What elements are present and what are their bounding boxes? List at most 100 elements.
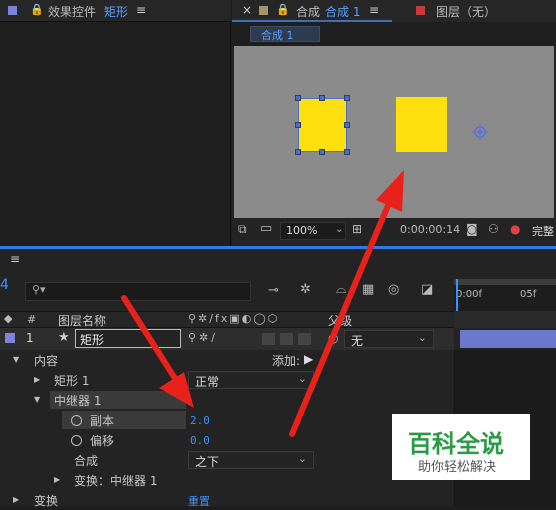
blend-mode-dropdown[interactable]: 正常 ⌄ — [188, 371, 314, 389]
add-label: 添加: — [272, 354, 301, 368]
zoom-dropdown[interactable]: 100% ⌄ — [280, 222, 346, 240]
layer-name-field[interactable]: 矩形 — [75, 329, 181, 348]
stopwatch-icon[interactable] — [71, 415, 82, 426]
lock-icon[interactable]: 🔒 — [276, 3, 290, 16]
ruler-start: 0:00f — [456, 289, 482, 300]
anchor-point-icon[interactable] — [472, 124, 488, 140]
reset-link[interactable]: 重置 — [188, 493, 210, 509]
repeater-row[interactable]: ▼ 中继器 1 — [0, 390, 454, 410]
switch-box[interactable] — [280, 333, 293, 345]
shape-layer-star-icon: ★ — [58, 330, 70, 345]
chevron-down-icon: ⌄ — [417, 331, 427, 344]
handle-tm[interactable] — [319, 95, 325, 101]
offset-row[interactable]: 偏移 0.0 — [0, 430, 454, 450]
transform-repeater-row[interactable]: ▶ 变换：中继器 1 — [0, 470, 454, 490]
ruler-05f: 05f — [520, 289, 537, 300]
column-parent[interactable]: 父级 — [328, 312, 352, 329]
collapse-triangle-icon[interactable]: ▶ — [34, 375, 40, 384]
panel-menu-icon[interactable]: ≡ — [136, 3, 146, 17]
selected-rectangle[interactable] — [298, 98, 347, 152]
watermark-subtitle: 助你轻松解决 — [418, 460, 497, 475]
layer-label-color[interactable] — [5, 333, 15, 343]
effects-layer-name: 矩形 — [104, 5, 129, 19]
switch-box[interactable] — [298, 333, 311, 345]
stopwatch-icon[interactable] — [71, 435, 82, 446]
layer-duration-bar[interactable] — [460, 330, 556, 348]
handle-bm[interactable] — [319, 149, 325, 155]
column-header: ◆ # 图层名称 ⚲✲∕fx▣◐◯⬡ 父级 — [0, 311, 454, 328]
comp-menu-icon[interactable]: ≡ — [369, 3, 379, 17]
composition-flowchart-icon[interactable]: ⊸ — [268, 283, 279, 298]
column-layer-name[interactable]: 图层名称 — [58, 312, 106, 329]
shy-icon[interactable]: ⌓ — [336, 282, 346, 297]
effects-panel-tab[interactable]: 🔒 效果控件 矩形 ≡ — [0, 0, 231, 22]
layer-switches[interactable]: ⚲✲∕ — [188, 331, 218, 344]
grid-toggle-icon[interactable]: ⊞ — [352, 222, 362, 236]
label-tag-icon[interactable]: ◆ — [4, 312, 12, 325]
timecode[interactable]: 0:00:00:14 — [400, 223, 460, 236]
comp-tab-prefix[interactable]: 合成 — [296, 3, 320, 20]
composite-dropdown[interactable]: 之下 ⌄ — [188, 451, 314, 469]
handle-tl[interactable] — [295, 95, 301, 101]
close-icon[interactable]: × — [242, 3, 252, 17]
camera-icon[interactable]: ◙ — [466, 222, 478, 236]
comp-color-swatch — [259, 6, 268, 15]
rectangle-group-row[interactable]: ▶ 矩形 1 正常 ⌄ — [0, 370, 454, 390]
handle-br[interactable] — [344, 149, 350, 155]
parent-dropdown[interactable]: 无 ⌄ — [344, 330, 434, 348]
copies-value[interactable]: 2.0 — [190, 414, 210, 427]
time-ruler[interactable]: 0:00f 05f — [454, 279, 556, 311]
panel-color-swatch — [8, 6, 17, 15]
viewer-toolbar: ⧉ ▭ 100% ⌄ ⊞ 0:00:00:14 ◙ ⚇ ● 完整 — [232, 220, 556, 242]
copies-row[interactable]: 副本 2.0 — [0, 410, 454, 430]
effects-panel-title: 效果控件 — [48, 5, 97, 19]
watermark-title: 百科全说 — [408, 430, 504, 458]
comp-tab-name[interactable]: 合成 1 — [325, 3, 360, 20]
resolution-label[interactable]: 完整 — [532, 223, 554, 239]
switch-box[interactable] — [262, 333, 275, 345]
work-area-bar[interactable] — [454, 279, 556, 285]
layer-row[interactable]: 1 ★ 矩形 ⚲✲∕ ◎ 无 ⌄ — [0, 328, 454, 350]
expand-triangle-icon[interactable]: ▼ — [13, 355, 19, 364]
layer-panel-title[interactable]: 图层（无） — [436, 3, 496, 20]
lock-icon[interactable]: 🔒 — [30, 3, 44, 16]
composition-panel: × 🔒 合成 合成 1 ≡ 图层（无） 合成 1 ⧉ ▭ 100% ⌄ ⊞ 0:… — [232, 0, 556, 246]
monitor-icon[interactable]: ▭ — [260, 221, 272, 236]
chevron-down-icon: ⌄ — [297, 372, 307, 385]
graph-editor-icon[interactable]: ◪ — [421, 282, 433, 297]
search-input[interactable]: ⚲▾ — [25, 282, 251, 301]
watermark: 百科全说 助你轻松解决 — [392, 414, 530, 480]
add-button[interactable]: ▶ — [304, 352, 313, 366]
layer-index: 1 — [26, 331, 34, 345]
handle-mr[interactable] — [344, 122, 350, 128]
transform-row[interactable]: ▶ 变换 重置 — [0, 490, 454, 510]
always-preview-icon[interactable]: ⧉ — [238, 222, 247, 237]
search-icon: ⚲▾ — [32, 283, 46, 296]
chevron-down-icon: ⌄ — [297, 452, 307, 465]
timeline-track-header — [454, 311, 556, 328]
snapshot-icon[interactable]: ⚇ — [488, 222, 499, 236]
draft-3d-icon[interactable]: ✲ — [300, 282, 311, 297]
expand-triangle-icon[interactable]: ▼ — [34, 395, 40, 404]
playhead[interactable] — [456, 279, 458, 311]
collapse-triangle-icon[interactable]: ▶ — [13, 495, 19, 504]
frame-blending-icon[interactable]: ▦ — [362, 282, 374, 297]
offset-value[interactable]: 0.0 — [190, 434, 210, 447]
color-channels-icon[interactable]: ● — [510, 222, 520, 236]
viewer-subtab-bar: 合成 1 — [232, 22, 556, 46]
handle-ml[interactable] — [295, 122, 301, 128]
motion-blur-icon[interactable]: ◎ — [388, 282, 399, 297]
timeline-menu-icon[interactable]: ≡ — [10, 252, 20, 266]
repeated-rectangle — [396, 97, 447, 152]
column-number[interactable]: # — [27, 313, 36, 326]
viewer-canvas[interactable] — [234, 46, 554, 218]
contents-row[interactable]: ▼ 内容 添加: ▶ — [0, 350, 454, 370]
handle-bl[interactable] — [295, 149, 301, 155]
composite-row[interactable]: 合成 之下 ⌄ — [0, 450, 454, 470]
pick-whip-icon[interactable]: ◎ — [328, 331, 338, 345]
comp-subtab[interactable]: 合成 1 — [250, 26, 320, 42]
handle-tr[interactable] — [344, 95, 350, 101]
current-time-partial[interactable]: 4 — [0, 277, 9, 293]
composition-tab-bar: × 🔒 合成 合成 1 ≡ 图层（无） — [232, 0, 556, 22]
collapse-triangle-icon[interactable]: ▶ — [54, 475, 60, 484]
